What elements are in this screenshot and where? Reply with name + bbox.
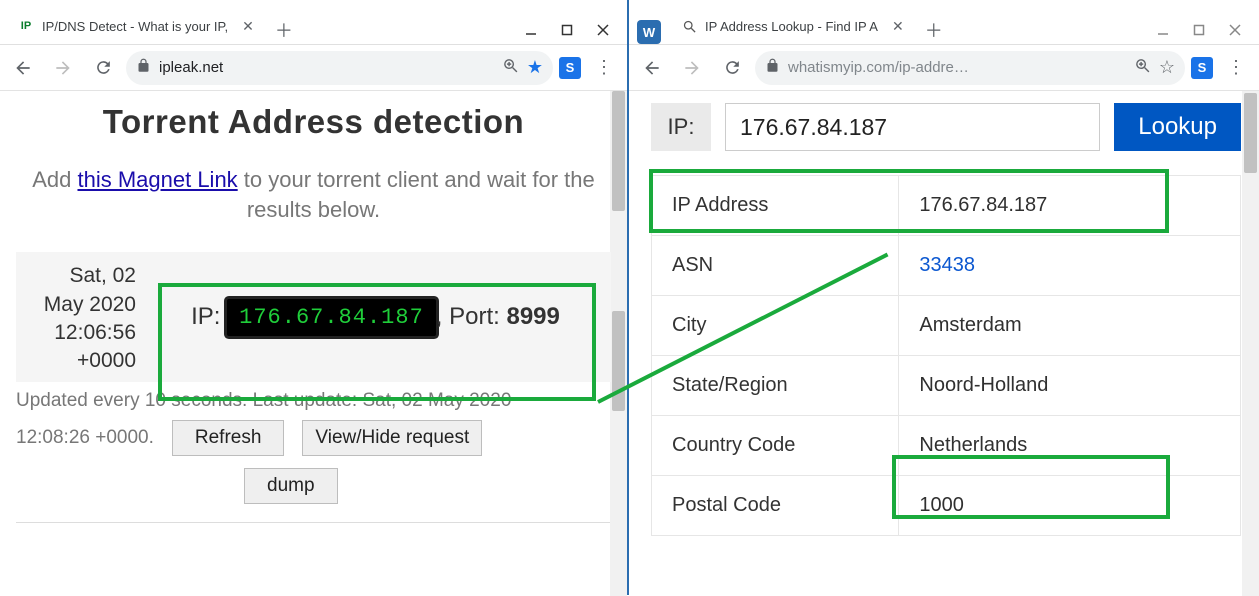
extension-icon[interactable]: S: [559, 57, 581, 79]
page-content-left: Torrent Address detection Add this Magne…: [0, 91, 627, 596]
info-key: City: [652, 296, 899, 356]
divider: [16, 522, 611, 523]
info-key: Postal Code: [652, 476, 899, 536]
info-value: 176.67.84.187: [899, 176, 1241, 236]
lock-icon: [765, 58, 780, 77]
view-hide-request-button[interactable]: View/Hide request: [302, 420, 482, 456]
detected-ip: 176.67.84.187: [227, 299, 436, 336]
maximize-icon[interactable]: [561, 24, 573, 36]
info-value[interactable]: 33438: [899, 236, 1241, 296]
new-tab-button[interactable]: ＋: [270, 16, 298, 44]
browser-toolbar: ipleak.net ★ S ⋮: [0, 45, 627, 91]
browser-toolbar: whatismyip.com/ip-addre… ☆ S ⋮: [629, 45, 1259, 91]
window-close-icon[interactable]: [1229, 24, 1241, 36]
info-value: Noord-Holland: [899, 356, 1241, 416]
table-row: CityAmsterdam: [652, 296, 1241, 356]
info-value: Amsterdam: [899, 296, 1241, 356]
minimize-icon[interactable]: [1157, 24, 1169, 36]
detection-panel: Sat, 02 May 2020 12:06:56 +0000 IP: 176.…: [16, 252, 611, 381]
scrollbar-thumb[interactable]: [612, 311, 625, 411]
new-tab-button[interactable]: ＋: [920, 16, 948, 44]
favicon-ipleak-icon: IP: [18, 18, 34, 34]
scrollbar-thumb[interactable]: [1244, 93, 1257, 173]
table-row: IP Address176.67.84.187: [652, 176, 1241, 236]
update-timestamp: 12:08:26 +0000.: [16, 427, 154, 449]
browser-window-right: W IP Address Lookup - Find IP A ✕ ＋: [629, 0, 1259, 595]
tab-close-icon[interactable]: ✕: [892, 18, 904, 35]
back-button[interactable]: [6, 51, 40, 85]
scrollbar-thumb[interactable]: [612, 91, 625, 211]
url-text: whatismyip.com/ip-addre…: [788, 59, 1126, 76]
titlebar: W IP Address Lookup - Find IP A ✕ ＋: [629, 0, 1259, 44]
ip-input-label: IP:: [651, 103, 711, 151]
ip-input[interactable]: [725, 103, 1100, 151]
extension-icon[interactable]: S: [1191, 57, 1213, 79]
tab-title: IP Address Lookup - Find IP A: [705, 19, 878, 34]
detected-port: 8999: [506, 303, 559, 331]
port-label: , Port:: [436, 303, 500, 331]
address-bar[interactable]: whatismyip.com/ip-addre… ☆: [755, 51, 1185, 85]
bookmark-star-icon[interactable]: ☆: [1159, 57, 1175, 78]
asn-link[interactable]: 33438: [919, 254, 975, 276]
detection-timestamp: Sat, 02 May 2020 12:06:56 +0000: [26, 258, 136, 375]
window-close-icon[interactable]: [597, 24, 609, 36]
titlebar: IP IP/DNS Detect - What is your IP, ✕ ＋: [0, 0, 627, 44]
vertical-scrollbar[interactable]: [1242, 91, 1259, 596]
browser-tab[interactable]: IP IP/DNS Detect - What is your IP, ✕: [8, 8, 264, 44]
lookup-row: IP: Lookup: [651, 103, 1241, 151]
info-key: Country Code: [652, 416, 899, 476]
button-row: 12:08:26 +0000. Refresh View/Hide reques…: [16, 420, 611, 456]
reload-button[interactable]: [86, 51, 120, 85]
maximize-icon[interactable]: [1193, 24, 1205, 36]
page-title: Torrent Address detection: [0, 103, 627, 141]
bookmark-star-icon[interactable]: ★: [527, 57, 543, 78]
menu-button[interactable]: ⋮: [1219, 51, 1253, 85]
ip-info-table: IP Address176.67.84.187ASN 33438 CityAmste…: [651, 175, 1241, 536]
minimize-icon[interactable]: [525, 24, 537, 36]
info-key: IP Address: [652, 176, 899, 236]
ip-port-display: IP: 176.67.84.187 , Port: 8999: [150, 258, 601, 375]
zoom-icon[interactable]: [1134, 57, 1151, 78]
magnet-link[interactable]: this Magnet Link: [77, 167, 237, 192]
browser-window-left: IP IP/DNS Detect - What is your IP, ✕ ＋: [0, 0, 629, 595]
vertical-scrollbar[interactable]: [610, 91, 627, 596]
table-row: Postal Code1000: [652, 476, 1241, 536]
table-row: State/RegionNoord-Holland: [652, 356, 1241, 416]
menu-button[interactable]: ⋮: [587, 51, 621, 85]
url-text: ipleak.net: [159, 59, 494, 76]
text: to your torrent client and wait for the …: [238, 167, 595, 222]
dump-button[interactable]: dump: [244, 468, 338, 504]
text: Add: [32, 167, 77, 192]
lookup-button[interactable]: Lookup: [1114, 103, 1241, 151]
forward-button[interactable]: [675, 51, 709, 85]
info-key: ASN: [652, 236, 899, 296]
zoom-icon[interactable]: [502, 57, 519, 78]
ip-label: IP:: [191, 303, 220, 331]
update-info: Updated every 10 seconds. Last update: S…: [16, 390, 611, 412]
table-row: ASN 33438: [652, 236, 1241, 296]
tab-title: IP/DNS Detect - What is your IP,: [42, 19, 228, 34]
browser-tab[interactable]: IP Address Lookup - Find IP A ✕: [671, 8, 914, 44]
app-icon: W: [637, 20, 661, 44]
reload-button[interactable]: [715, 51, 749, 85]
favicon-magnifier-icon: [681, 18, 697, 34]
address-bar[interactable]: ipleak.net ★: [126, 51, 553, 85]
page-content-right: IP: Lookup IP Address176.67.84.187ASN 334…: [629, 91, 1259, 596]
lock-icon: [136, 58, 151, 77]
tab-close-icon[interactable]: ✕: [242, 18, 254, 35]
refresh-button[interactable]: Refresh: [172, 420, 285, 456]
info-value: Netherlands: [899, 416, 1241, 476]
back-button[interactable]: [635, 51, 669, 85]
info-key: State/Region: [652, 356, 899, 416]
info-value: 1000: [899, 476, 1241, 536]
forward-button[interactable]: [46, 51, 80, 85]
instruction-text: Add this Magnet Link to your torrent cli…: [0, 165, 627, 224]
table-row: Country CodeNetherlands: [652, 416, 1241, 476]
